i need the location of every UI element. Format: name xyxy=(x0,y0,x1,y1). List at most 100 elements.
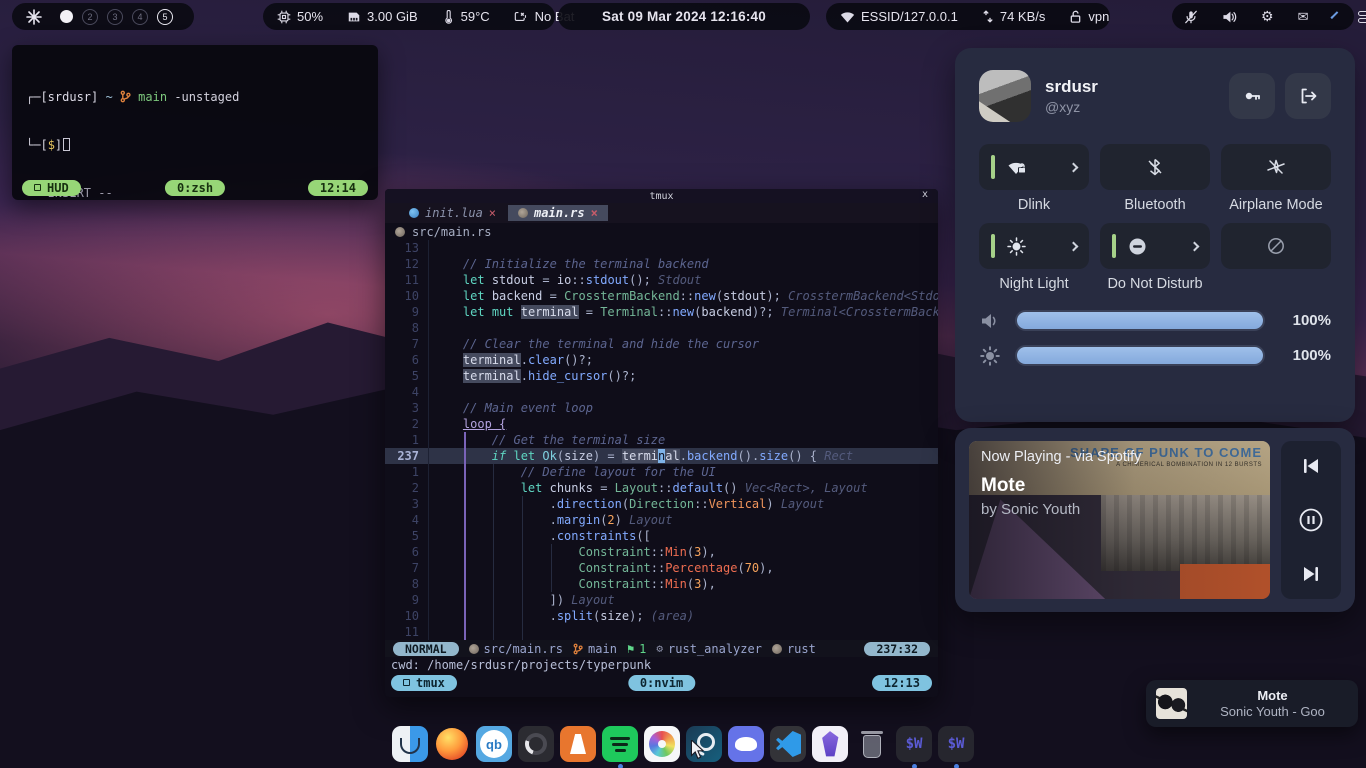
topbar-clock-pill[interactable]: Sat 09 Mar 2024 12:16:40 xyxy=(558,3,810,30)
mail-tray-icon[interactable]: ✉ xyxy=(1298,9,1309,25)
code-line: 1 // Define layout for the UI xyxy=(385,464,938,480)
code-line: 12 // Initialize the terminal backend xyxy=(385,256,938,272)
dock-app-vscode[interactable] xyxy=(770,726,806,768)
toggle-night-light[interactable] xyxy=(979,223,1089,269)
track-artist: by Sonic Youth xyxy=(981,501,1141,518)
brightness-slider[interactable] xyxy=(1015,345,1265,366)
code-line: 6 Constraint::Min(3), xyxy=(385,544,938,560)
lock-keys-button[interactable] xyxy=(1229,73,1275,119)
brightness-value: 100% xyxy=(1279,347,1331,364)
line-number: 6 xyxy=(385,544,429,560)
wifi-stat[interactable]: ESSID/127.0.0.1 xyxy=(840,9,958,24)
line-number: 9 xyxy=(385,592,429,608)
toggle-do-not-disturb[interactable] xyxy=(1100,223,1210,269)
pause-button[interactable] xyxy=(1298,507,1324,533)
tmux-window-pill[interactable]: 0:zsh xyxy=(165,180,225,196)
chevron-down-icon[interactable] xyxy=(1331,11,1339,19)
tab-main-rs[interactable]: main.rs × xyxy=(508,205,608,221)
window-title: tmux xyxy=(649,191,673,202)
notification-album-thumb xyxy=(1156,688,1187,719)
line-number: 10 xyxy=(385,288,429,304)
tmux-window-pill[interactable]: 0:nvim xyxy=(628,675,695,691)
toggle-label: Night Light xyxy=(999,276,1068,294)
git-branch-icon xyxy=(120,90,131,103)
media-controls xyxy=(1281,441,1341,599)
vlc-icon xyxy=(560,726,596,762)
control-center-panel: srdusr @xyz Dlink xyxy=(955,48,1355,422)
workspace-5[interactable]: 5 xyxy=(157,9,173,25)
qbittorrent-icon: qb xyxy=(476,726,512,762)
dock-app-qbittorrent[interactable]: qb xyxy=(476,726,512,768)
tmux-session-pill[interactable]: HUD xyxy=(22,180,81,196)
line-number: 4 xyxy=(385,512,429,528)
tmux-session-pill[interactable]: tmux xyxy=(391,675,457,691)
cpu-stat: 50% xyxy=(277,9,323,24)
dock-app-file-manager[interactable] xyxy=(392,726,428,768)
code-line: 3 .direction(Direction::Vertical) Layout xyxy=(385,496,938,512)
line-number: 11 xyxy=(385,272,429,288)
memory-icon xyxy=(347,10,361,24)
toggle-label: Do Not Disturb xyxy=(1107,276,1202,294)
line-number: 8 xyxy=(385,320,429,336)
statusline-diagnostics: ⚑1 xyxy=(627,642,646,656)
media-notification[interactable]: Mote Sonic Youth - Goo xyxy=(1146,680,1358,727)
code-line: 5 .constraints([ xyxy=(385,528,938,544)
microphone-muted-icon[interactable] xyxy=(1184,10,1198,24)
logout-button[interactable] xyxy=(1285,73,1331,119)
network-speed: 74 KB/s xyxy=(982,9,1046,24)
line-number: 13 xyxy=(385,240,429,256)
next-track-button[interactable] xyxy=(1301,565,1321,583)
dock-app-sw-1[interactable]: $W xyxy=(896,726,932,768)
settings-gear-icon[interactable]: ⚙ xyxy=(1261,8,1274,25)
vpn-stat[interactable]: vpn xyxy=(1069,9,1109,24)
hud-terminal-window[interactable]: ┌─[srdusr] ~ main -unstaged └─[$] -- INS… xyxy=(12,45,378,200)
dock-app-photos[interactable] xyxy=(644,726,680,768)
logout-icon xyxy=(1298,86,1318,106)
active-indicator xyxy=(1112,234,1116,258)
avatar xyxy=(979,70,1031,122)
workspace-1-active[interactable] xyxy=(60,10,73,23)
code-line: 6 terminal.clear()?; xyxy=(385,352,938,368)
speaker-icon[interactable] xyxy=(1222,10,1237,24)
logo-icon[interactable] xyxy=(26,9,42,25)
dock-app-sw-2[interactable]: $W xyxy=(938,726,974,768)
toggle-dlink[interactable] xyxy=(979,144,1089,190)
trash-icon xyxy=(854,726,890,762)
photos-icon xyxy=(644,726,680,762)
workspace-2[interactable]: 2 xyxy=(82,9,98,25)
window-close-button[interactable]: x xyxy=(922,189,928,200)
file-manager-icon xyxy=(392,726,428,762)
dock-app-obsidian[interactable] xyxy=(812,726,848,768)
brightness-icon xyxy=(979,346,1001,366)
album-art: SHAPE OF PUNK TO COME A CHIMERICAL BOMBI… xyxy=(969,441,1270,599)
desktop: 2 3 4 5 50% 3.00 GiB 59°C xyxy=(0,0,1366,768)
tab-close-icon[interactable]: × xyxy=(591,206,598,220)
tab-close-icon[interactable]: × xyxy=(489,206,496,220)
previous-track-button[interactable] xyxy=(1301,457,1321,475)
dock-app-discord[interactable] xyxy=(728,726,764,768)
workspace-3[interactable]: 3 xyxy=(107,9,123,25)
dock-app-firefox[interactable] xyxy=(434,726,470,768)
editor-window[interactable]: tmux x init.lua × main.rs × src/main.rs xyxy=(385,189,938,697)
line-number: 1 xyxy=(385,464,429,480)
firefox-icon xyxy=(434,726,470,762)
toggle-bluetooth[interactable] xyxy=(1100,144,1210,190)
code-line: 9 let mut terminal = Terminal::new(backe… xyxy=(385,304,938,320)
dock-app-vlc[interactable] xyxy=(560,726,596,768)
line-number: 11 xyxy=(385,624,429,640)
volume-slider-row: 100% xyxy=(979,310,1331,331)
code-line: 9 ]) Layout xyxy=(385,592,938,608)
code-line: 2 loop { xyxy=(385,416,938,432)
window-titlebar[interactable]: tmux x xyxy=(385,189,938,203)
workspace-4[interactable]: 4 xyxy=(132,9,148,25)
code-editor-area[interactable]: 1312 // Initialize the terminal backend1… xyxy=(385,240,938,640)
topbar-left-pill: 2 3 4 5 xyxy=(12,3,194,30)
tab-init-lua[interactable]: init.lua × xyxy=(399,205,506,221)
dock-app-trash[interactable] xyxy=(854,726,890,768)
temperature-stat: 59°C xyxy=(442,9,490,24)
toggle-airplane-mode[interactable] xyxy=(1221,144,1331,190)
dock-app-spotify[interactable] xyxy=(602,726,638,768)
volume-slider[interactable] xyxy=(1015,310,1265,331)
toggle-blocked[interactable] xyxy=(1221,223,1331,269)
dock-app-mpv[interactable] xyxy=(518,726,554,768)
